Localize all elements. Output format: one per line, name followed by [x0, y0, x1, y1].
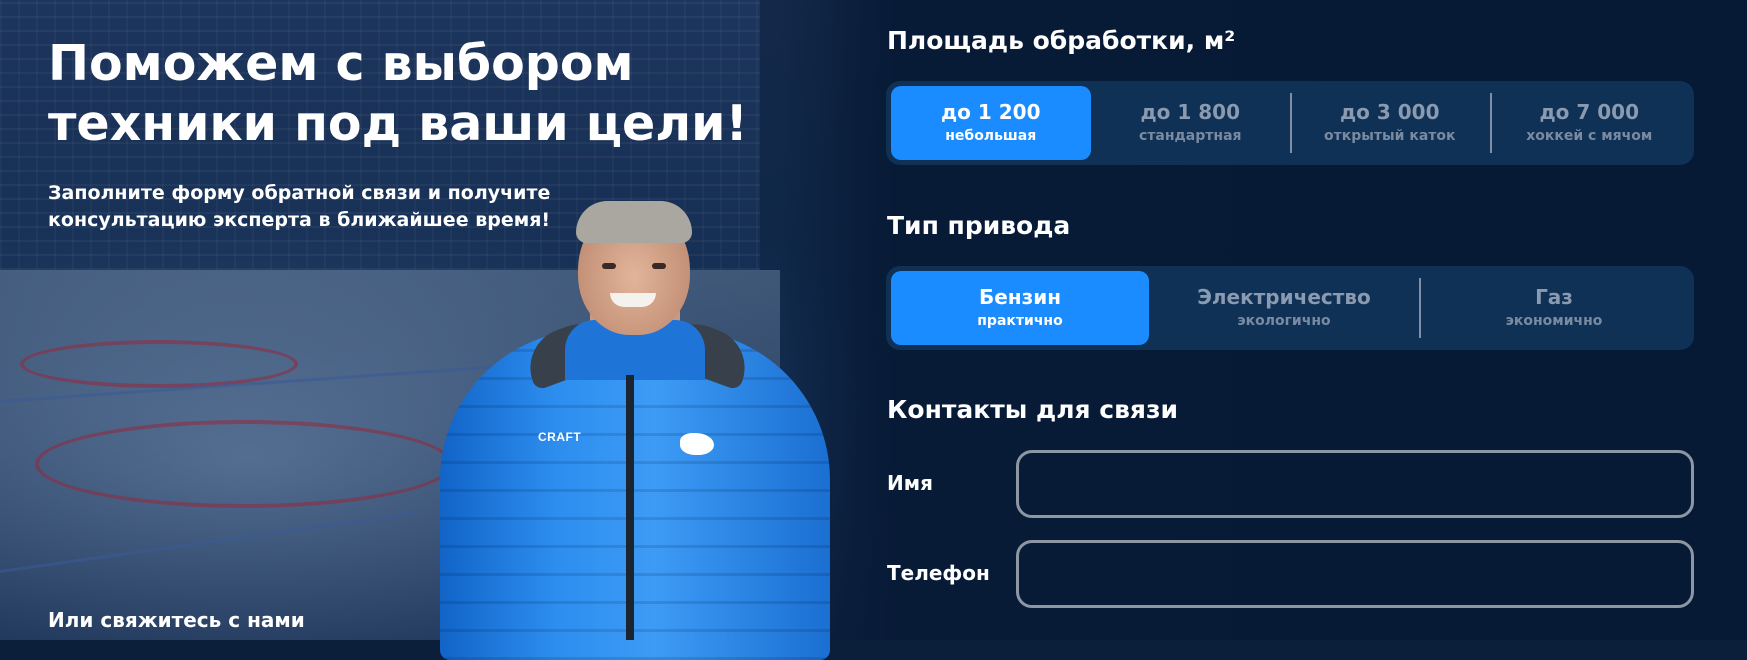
rink-line [0, 511, 417, 573]
area-title: Площадь обработки, м² [887, 26, 1236, 55]
area-option-1200[interactable]: до 1 200 небольшая [891, 86, 1091, 160]
area-option-sub: открытый каток [1323, 128, 1456, 144]
area-option-label: до 1 200 [941, 100, 1041, 124]
drive-option-label: Электричество [1197, 285, 1371, 309]
area-selector: до 1 200 небольшая до 1 800 стандартная … [886, 81, 1694, 165]
eye [602, 263, 616, 269]
drive-option-electric[interactable]: Электричество экологично [1149, 271, 1419, 345]
area-option-1800[interactable]: до 1 800 стандартная [1091, 86, 1291, 160]
drive-selector: Бензин практично Электричество экологичн… [886, 266, 1694, 350]
area-option-sub: хоккей с мячом [1526, 128, 1653, 144]
area-option-label: до 3 000 [1340, 100, 1440, 124]
drive-option-petrol[interactable]: Бензин практично [891, 271, 1149, 345]
drive-option-sub: экологично [1237, 313, 1331, 329]
subtitle-line-1: Заполните форму обратной связи и получит… [48, 182, 551, 204]
rink-circle [20, 340, 298, 388]
area-option-7000[interactable]: до 7 000 хоккей с мячом [1489, 86, 1690, 160]
area-option-sub: небольшая [945, 128, 1037, 144]
jacket-zipper [626, 375, 634, 640]
contact-us-text: Или свяжитесь с нами [48, 608, 305, 632]
eye [652, 263, 666, 269]
name-label: Имя [887, 471, 933, 495]
drive-title: Тип привода [887, 211, 1071, 240]
page-title: Поможем с выбором техники под ваши цели! [48, 34, 748, 154]
area-option-sub: стандартная [1138, 128, 1242, 144]
drive-option-sub: практично [977, 313, 1063, 329]
name-input[interactable] [1016, 450, 1694, 518]
area-option-label: до 1 800 [1140, 100, 1240, 124]
title-line-1: Поможем с выбором [48, 35, 634, 92]
smile [610, 293, 656, 307]
drive-option-label: Газ [1535, 285, 1573, 309]
contacts-title: Контакты для связи [887, 395, 1179, 424]
phone-label: Телефон [887, 561, 990, 585]
expert-hair [576, 201, 692, 243]
drive-option-gas[interactable]: Газ экономично [1419, 271, 1689, 345]
craft-logo: CRAFT [538, 430, 582, 444]
phone-input[interactable] [1016, 540, 1694, 608]
drive-option-label: Бензин [978, 285, 1062, 309]
expert-photo: CRAFT [430, 201, 840, 660]
drive-option-sub: экономично [1505, 313, 1603, 329]
area-option-label: до 7 000 [1539, 100, 1639, 124]
title-line-2: техники под ваши цели! [48, 95, 748, 152]
rink-circle [35, 420, 453, 508]
area-option-3000[interactable]: до 3 000 открытый каток [1290, 86, 1490, 160]
club-emblem-icon [680, 433, 714, 455]
